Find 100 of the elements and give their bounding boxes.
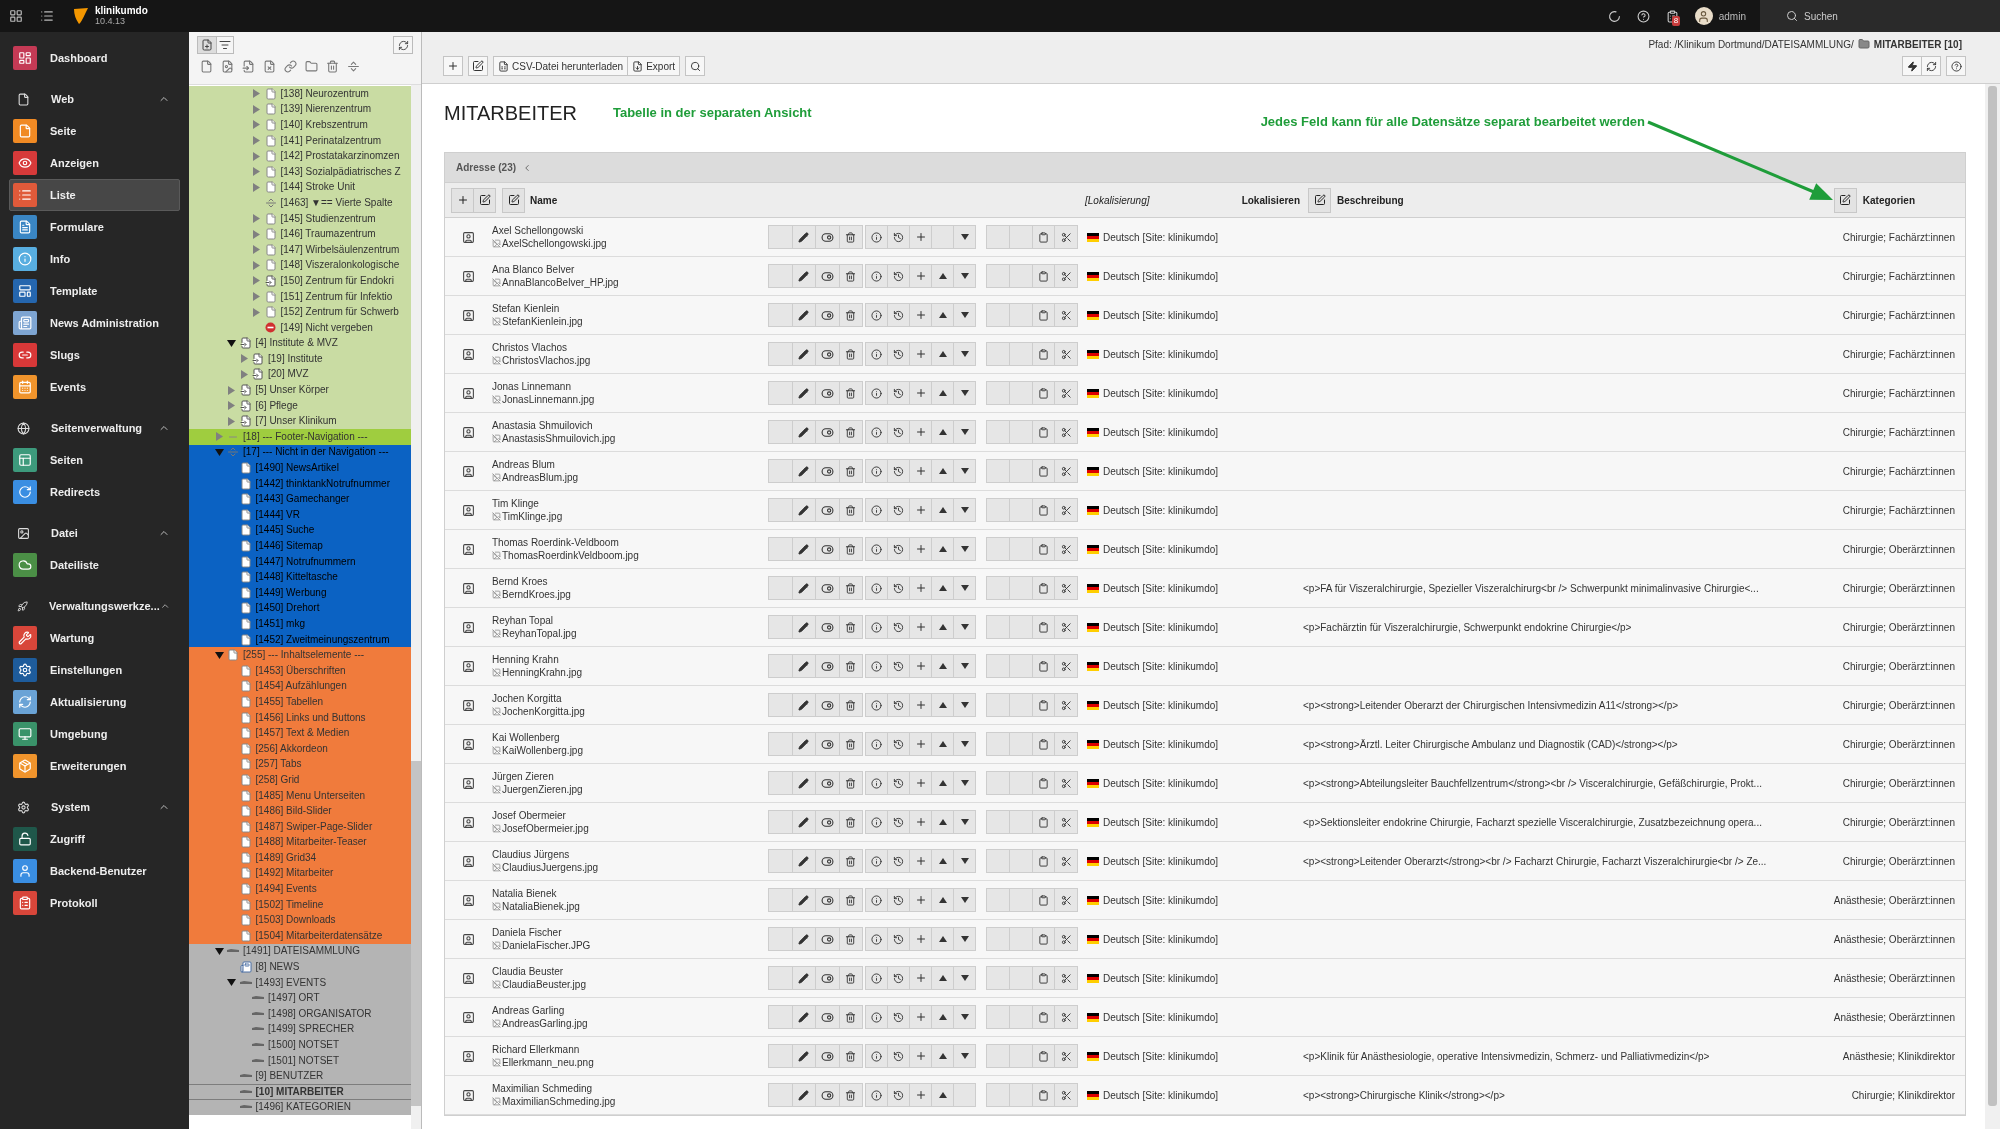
tree-item-label[interactable]: [139] Nierenzentrum <box>280 103 372 116</box>
module-item[interactable]: Zugriff <box>9 823 180 855</box>
move-down-button[interactable] <box>953 342 976 366</box>
tree-row[interactable]: [1444] VR <box>189 507 411 523</box>
move-down-button[interactable] <box>953 420 976 444</box>
history-button[interactable] <box>887 1044 910 1068</box>
person-name[interactable]: Tim Klinge <box>492 497 768 510</box>
clipboard-button[interactable] <box>1031 498 1056 522</box>
expanded-caret-icon[interactable] <box>227 978 236 988</box>
collapsed-caret-icon[interactable] <box>227 416 236 426</box>
collapsed-caret-icon[interactable] <box>239 370 249 379</box>
column-header[interactable]: Kategorien <box>1862 192 1915 208</box>
export-button[interactable]: Export <box>627 56 681 76</box>
module-item[interactable]: Aktualisierung <box>9 686 180 718</box>
collapsed-caret-icon[interactable] <box>252 136 261 146</box>
tree-row[interactable]: [8] NEWS <box>189 959 411 975</box>
tree-item-label[interactable]: [1485] Menu Unterseiten <box>255 789 365 802</box>
tree-item-label[interactable]: [1498] ORGANISATOR <box>268 1007 372 1020</box>
column-header[interactable]: Beschreibung <box>1337 192 1404 208</box>
info-button[interactable] <box>865 381 888 405</box>
person-name[interactable]: Bernd Kroes <box>492 575 768 588</box>
collapsed-caret-icon[interactable] <box>252 229 261 239</box>
move-up-button[interactable] <box>931 342 954 366</box>
tree-row[interactable]: [1451] mkg <box>189 616 411 632</box>
tree-item-label[interactable]: [1494] Events <box>255 883 317 896</box>
move-up-button[interactable] <box>931 498 954 522</box>
folder-icon[interactable] <box>305 60 318 73</box>
move-up-button[interactable] <box>931 771 954 795</box>
collapsed-caret-icon[interactable] <box>252 292 261 301</box>
tree-row[interactable]: [1497] ORT <box>189 990 411 1007</box>
tree-item-label[interactable]: [7] Unser Klinikum <box>255 415 337 428</box>
tree-item-label[interactable]: [1493] EVENTS <box>255 976 327 989</box>
record-icon[interactable] <box>462 737 475 751</box>
delete-button[interactable] <box>838 927 863 951</box>
info-button[interactable] <box>865 498 888 522</box>
tree-row[interactable]: [258] Grid <box>189 772 411 788</box>
notifications-icon[interactable] <box>1665 9 1679 23</box>
tree-item-label[interactable]: [140] Krebszentrum <box>280 119 368 131</box>
tree-item-label[interactable]: [1463] ▼== Vierte Spalte <box>280 196 393 209</box>
tree-row[interactable]: [1504] Mitarbeiterdatensätze <box>189 928 411 944</box>
tree-item-label[interactable]: [1452] Zweitmeinungszentrum <box>255 633 390 646</box>
toggle-visibility-button[interactable] <box>815 459 840 483</box>
person-name[interactable]: Claudius Jürgens <box>492 848 768 861</box>
search-button[interactable]: Suchen <box>1760 0 2000 32</box>
clipboard-button[interactable] <box>1031 810 1056 834</box>
record-icon[interactable] <box>462 659 475 673</box>
collapsed-caret-icon[interactable] <box>252 245 261 255</box>
filter-button[interactable] <box>216 36 234 54</box>
tree-item-label[interactable]: [5] Unser Körper <box>255 384 329 397</box>
toggle-visibility-button[interactable] <box>815 771 840 795</box>
toggle-visibility-button[interactable] <box>815 498 840 522</box>
collapsed-caret-icon[interactable] <box>252 276 261 286</box>
clipboard-button[interactable] <box>1031 1044 1056 1068</box>
toggle-visibility-button[interactable] <box>815 1083 840 1107</box>
clipboard-button[interactable] <box>1031 888 1056 912</box>
delete-button[interactable] <box>838 459 863 483</box>
tree-row[interactable]: [9] BENUTZER <box>189 1068 411 1084</box>
clipboard-button[interactable] <box>1031 420 1056 444</box>
tree-item-label[interactable]: [8] NEWS <box>255 961 300 974</box>
cut-button[interactable] <box>1054 576 1078 600</box>
module-item[interactable]: Erweiterungen <box>9 750 180 782</box>
collapsed-caret-icon[interactable] <box>227 401 236 411</box>
history-button[interactable] <box>887 1083 910 1107</box>
delete-button[interactable] <box>838 966 863 990</box>
refresh-button[interactable] <box>393 36 413 54</box>
tree-row[interactable]: [1463] ▼== Vierte Spalte <box>189 195 411 211</box>
cut-button[interactable] <box>1054 303 1078 327</box>
move-down-button[interactable] <box>953 810 976 834</box>
person-name[interactable]: Kai Wollenberg <box>492 731 768 744</box>
tree-item-label[interactable]: [1487] Swiper-Page-Slider <box>255 820 373 833</box>
tree-row[interactable]: [1486] Bild-Slider <box>189 803 411 819</box>
delete-button[interactable] <box>838 1044 863 1068</box>
cut-button[interactable] <box>1054 693 1078 717</box>
tree-item-label[interactable]: [142] Prostatakarzinomzen <box>280 150 400 163</box>
tree-item-label[interactable]: [19] Institute <box>268 352 323 365</box>
tree-item-label[interactable]: [1456] Links und Buttons <box>255 711 366 724</box>
record-icon[interactable] <box>462 698 475 712</box>
module-item[interactable]: Protokoll <box>9 887 180 919</box>
edit-button[interactable] <box>468 56 488 76</box>
delete-button[interactable] <box>838 342 863 366</box>
module-item[interactable]: Einstellungen <box>9 654 180 686</box>
list-icon[interactable] <box>40 9 55 23</box>
module-label[interactable]: Zugriff <box>50 830 85 848</box>
toggle-visibility-button[interactable] <box>815 420 840 444</box>
record-icon[interactable] <box>462 503 475 517</box>
move-down-button[interactable] <box>953 537 976 561</box>
history-button[interactable] <box>887 732 910 756</box>
toggle-visibility-button[interactable] <box>815 654 840 678</box>
tree-row[interactable]: [1443] Gamechanger <box>189 491 411 508</box>
delete-button[interactable] <box>838 693 863 717</box>
move-up-button[interactable] <box>931 264 954 288</box>
clipboard-button[interactable] <box>1031 654 1056 678</box>
cut-button[interactable] <box>1054 264 1078 288</box>
module-item[interactable]: Wartung <box>9 622 180 654</box>
tree-item-label[interactable]: [145] Studienzentrum <box>280 212 376 225</box>
cut-button[interactable] <box>1054 654 1078 678</box>
move-up-button[interactable] <box>931 381 954 405</box>
move-up-button[interactable] <box>931 810 954 834</box>
section-title[interactable]: Datei <box>51 524 78 542</box>
clipboard-button[interactable] <box>1031 927 1056 951</box>
